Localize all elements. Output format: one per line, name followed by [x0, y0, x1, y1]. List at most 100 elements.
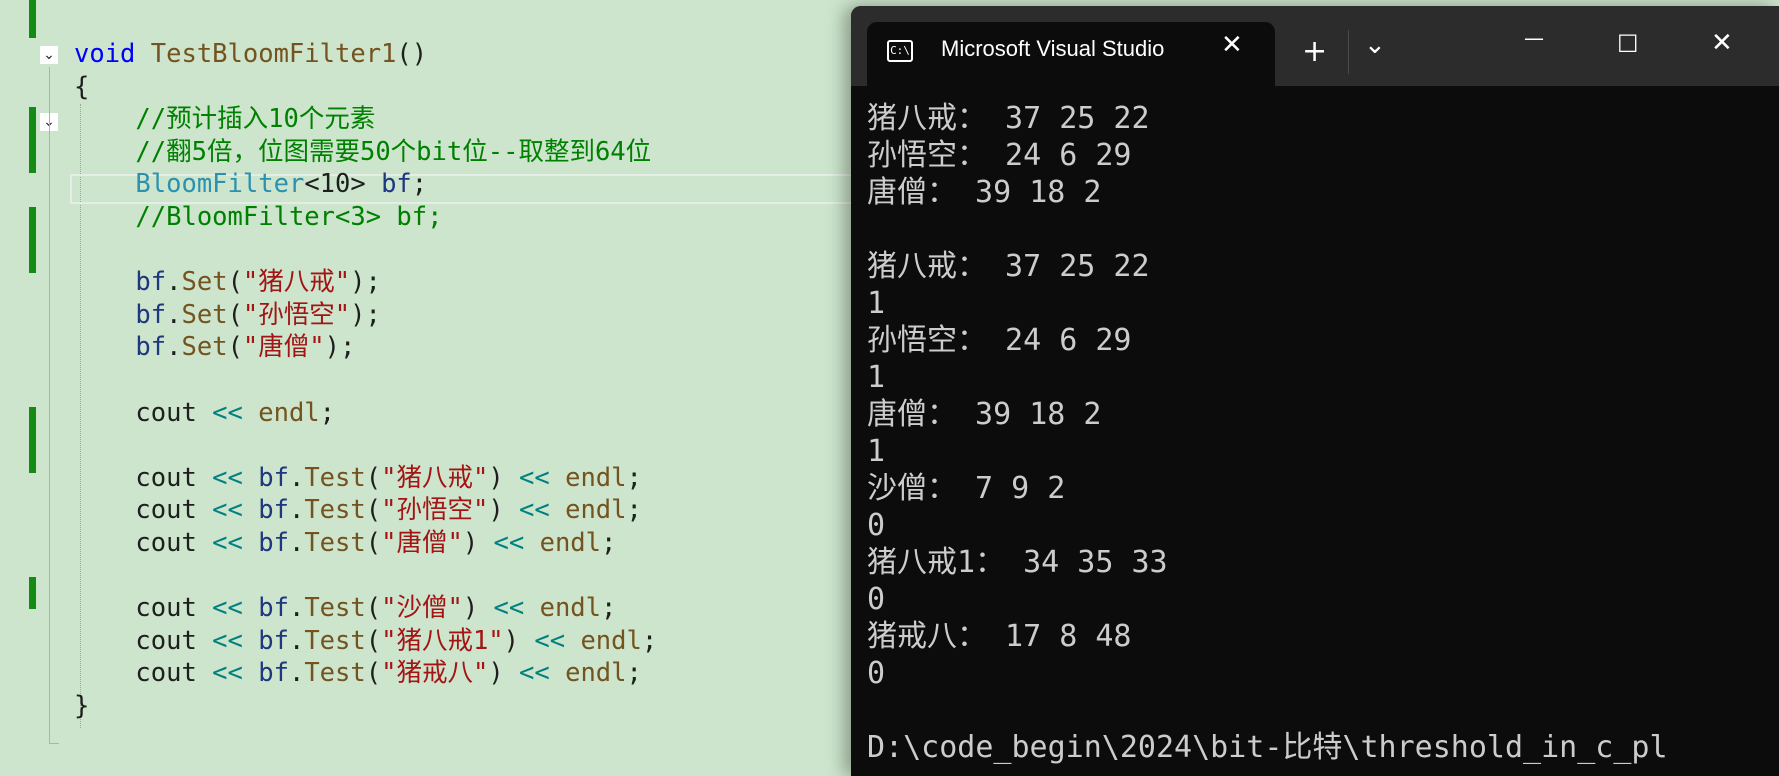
terminal-line: 猪戒八： 17 8 48: [867, 619, 1132, 654]
code-token: Set: [181, 299, 228, 330]
terminal-line: 猪八戒： 37 25 22: [867, 101, 1150, 136]
terminal-line: 孙悟空： 24 6 29: [867, 138, 1132, 173]
new-tab-button[interactable]: +: [1302, 34, 1327, 69]
code-token: bf: [242, 495, 289, 526]
maximize-button[interactable]: ☐: [1617, 30, 1639, 58]
code-token: <<: [519, 658, 550, 689]
code-token: ): [488, 462, 520, 493]
code-token: <<: [212, 495, 243, 526]
change-marker: [29, 107, 36, 173]
code-line[interactable]: bf.Set("孙悟空");: [74, 299, 380, 332]
code-token: ;: [626, 462, 642, 493]
code-line[interactable]: cout << bf.Test("沙僧") << endl;: [74, 592, 616, 625]
code-token: bf: [242, 658, 289, 689]
code-line[interactable]: //翻5倍，位图需要50个bit位--取整到64位: [74, 136, 651, 169]
terminal-line: 猪八戒1： 34 35 33: [867, 545, 1168, 580]
code-token: ): [462, 593, 494, 624]
code-token: endl: [549, 462, 627, 493]
code-token: "猪八戒": [381, 462, 489, 493]
code-token: ): [488, 658, 520, 689]
code-token: .: [166, 267, 182, 298]
code-token: );: [324, 332, 356, 363]
code-token: "沙僧": [381, 593, 463, 624]
code-line[interactable]: //预计插入10个元素: [74, 103, 375, 136]
code-line[interactable]: bf.Set("唐僧");: [74, 331, 355, 364]
code-token: <<: [212, 462, 243, 493]
terminal-line: 猪八戒： 37 25 22: [867, 249, 1150, 284]
code-token: cout: [74, 462, 213, 493]
code-token: bf: [242, 528, 289, 558]
code-token: "猪戒八": [381, 658, 489, 689]
code-token: Test: [304, 658, 366, 689]
code-token: ): [462, 528, 494, 558]
code-token: .: [166, 332, 182, 363]
tab-title: Microsoft Visual Studio: [941, 36, 1165, 61]
titlebar-separator: [1348, 30, 1349, 74]
change-marker: [29, 577, 36, 609]
terminal-output: 猪八戒： 37 25 22 孙悟空： 24 6 29 唐僧： 39 18 2 猪八戒：…: [867, 100, 1668, 766]
code-token: endl: [242, 397, 320, 428]
code-line[interactable]: cout << bf.Test("猪八戒") << endl;: [74, 462, 642, 495]
terminal-line: 0: [867, 582, 886, 617]
code-token: (: [365, 593, 382, 624]
code-line[interactable]: BloomFilter<10> bf;: [74, 168, 427, 201]
code-token: "猪八戒1": [381, 625, 504, 656]
code-token: (: [227, 332, 243, 363]
code-token: ): [503, 625, 535, 656]
code-token: endl: [549, 658, 627, 689]
code-line[interactable]: cout << endl;: [74, 397, 335, 430]
code-token: (: [365, 495, 382, 526]
change-marker: [29, 407, 36, 473]
console-icon: C:\: [887, 40, 913, 62]
code-editor[interactable]: ⌄ ⌄ void TestBloomFilter1(){ //预计插入10个元素…: [0, 0, 860, 765]
code-token: ;: [601, 593, 617, 624]
minimize-button[interactable]: —: [1524, 26, 1544, 50]
terminal-line: 1: [867, 286, 886, 321]
code-line[interactable]: cout << bf.Test("猪八戒1") << endl;: [74, 625, 657, 658]
code-token: TestBloomFilter1: [150, 39, 397, 69]
terminal-window[interactable]: C:\ Microsoft Visual Studio ✕ + ⌄ — ☐ ✕ …: [851, 6, 1779, 776]
code-line[interactable]: bf.Set("猪八戒");: [74, 266, 381, 299]
code-token: cout: [74, 528, 213, 558]
code-token: "唐僧": [242, 332, 325, 363]
terminal-line: 1: [867, 360, 886, 395]
terminal-line: 1: [867, 434, 886, 469]
code-token: "孙悟空": [381, 495, 489, 526]
code-token: <<: [493, 528, 525, 558]
fold-toggle-icon[interactable]: ⌄: [40, 46, 58, 64]
terminal-line: 沙僧： 7 9 2: [867, 471, 1066, 506]
code-line[interactable]: {: [74, 71, 89, 104]
code-token: );: [350, 267, 381, 298]
close-window-button[interactable]: ✕: [1711, 28, 1733, 58]
code-token: <<: [212, 528, 243, 558]
code-token: cout: [74, 397, 213, 428]
code-token: (: [227, 267, 243, 298]
close-tab-icon[interactable]: ✕: [1221, 30, 1243, 60]
code-token: cout: [74, 593, 213, 624]
code-line[interactable]: cout << bf.Test("孙悟空") << endl;: [74, 494, 642, 527]
code-token: <<: [519, 495, 550, 526]
code-token: .: [288, 528, 305, 558]
code-token: //预计插入10个元素: [135, 104, 376, 135]
code-token: (: [365, 658, 382, 689]
code-line[interactable]: void TestBloomFilter1(): [74, 38, 427, 71]
terminal-line: D:\code_begin\2024\bit-比特\threshold_in_c…: [867, 730, 1668, 765]
outline-guide: [49, 67, 50, 744]
code-token: {: [74, 71, 90, 102]
code-line[interactable]: //BloomFilter<3> bf;: [74, 201, 442, 234]
code-token: <<: [493, 593, 525, 624]
code-token: "孙悟空": [242, 299, 351, 330]
terminal-tab[interactable]: C:\ Microsoft Visual Studio ✕: [867, 22, 1275, 86]
code-token: }: [74, 691, 90, 721]
code-token: ;: [411, 169, 428, 200]
code-line[interactable]: cout << bf.Test("唐僧") << endl;: [74, 527, 616, 560]
code-line[interactable]: cout << bf.Test("猪戒八") << endl;: [74, 657, 641, 690]
tab-dropdown-icon[interactable]: ⌄: [1364, 30, 1386, 60]
code-token: ;: [626, 495, 642, 526]
code-token: Test: [304, 593, 366, 624]
code-line[interactable]: }: [74, 690, 89, 723]
